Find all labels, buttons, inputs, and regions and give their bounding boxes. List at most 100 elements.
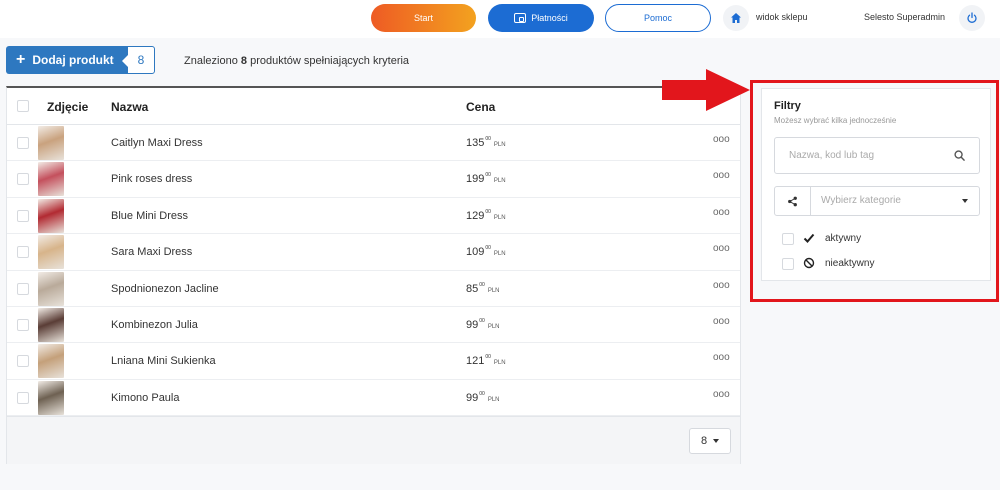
power-icon <box>967 12 977 23</box>
price-currency: PLN <box>493 214 506 221</box>
product-price: 12900PLN <box>466 209 506 222</box>
row-checkbox[interactable] <box>17 355 29 368</box>
price-cents: 00 <box>485 354 491 361</box>
price-value: 85 <box>466 282 479 295</box>
per-page-select[interactable]: 8 <box>689 428 731 454</box>
row-menu-icon[interactable]: ooo <box>713 316 730 327</box>
add-product-button[interactable]: + Dodaj produkt <box>6 46 127 74</box>
product-name[interactable]: Kimono Paula <box>111 392 180 404</box>
help-button[interactable]: Pomoc <box>605 4 711 32</box>
column-name[interactable]: Nazwa <box>111 100 148 114</box>
price-cents: 00 <box>479 318 485 324</box>
row-menu-icon[interactable]: ooo <box>713 207 730 218</box>
price-value: 121 <box>466 355 485 368</box>
row-menu-icon[interactable]: ooo <box>713 389 730 400</box>
product-price: 19900PLN <box>466 172 506 185</box>
row-checkbox[interactable] <box>17 137 29 149</box>
table-row[interactable]: Caitlyn Maxi Dress 13500PLN ooo <box>7 125 740 162</box>
price-cents: 00 <box>485 136 491 142</box>
top-bar: Start Płatności Pomoc widok sklepu Seles… <box>0 0 1000 38</box>
row-checkbox[interactable] <box>17 319 29 331</box>
product-name[interactable]: Blue Mini Dress <box>111 210 188 222</box>
shop-view-link[interactable]: widok sklepu <box>756 12 808 22</box>
product-price: 8500PLN <box>466 282 499 295</box>
logout-button[interactable] <box>959 5 985 31</box>
price-currency: PLN <box>493 251 506 258</box>
price-currency: PLN <box>487 287 500 294</box>
start-button[interactable]: Start <box>371 4 476 32</box>
row-checkbox[interactable] <box>17 391 29 404</box>
product-thumbnail[interactable] <box>38 162 64 197</box>
products-table: Zdjęcie Nazwa Cena Caitlyn Maxi Dress 13… <box>6 86 741 464</box>
column-price[interactable]: Cena <box>466 100 495 114</box>
home-button[interactable] <box>723 5 749 31</box>
product-thumbnail[interactable] <box>38 380 64 415</box>
product-price: 10900PLN <box>466 245 506 258</box>
row-menu-icon[interactable]: ooo <box>713 134 730 145</box>
per-page-value: 8 <box>700 435 708 447</box>
price-value: 129 <box>466 209 485 222</box>
annotation-highlight-box <box>750 80 999 302</box>
row-menu-icon[interactable]: ooo <box>713 280 730 291</box>
caret-down-icon <box>713 439 720 443</box>
table-footer: 8 <box>7 416 740 464</box>
row-checkbox[interactable] <box>17 209 29 222</box>
price-cents: 00 <box>485 245 491 252</box>
price-currency: PLN <box>493 178 506 185</box>
product-thumbnail[interactable] <box>38 271 64 306</box>
product-price: 12100PLN <box>466 354 506 367</box>
row-checkbox[interactable] <box>17 173 29 186</box>
user-name: Selesto Superadmin <box>864 12 946 22</box>
row-checkbox[interactable] <box>17 246 29 259</box>
table-row[interactable]: Spodnionezon Jacline 8500PLN ooo <box>7 271 740 307</box>
product-thumbnail[interactable] <box>38 344 64 379</box>
product-thumbnail[interactable] <box>38 126 64 160</box>
product-thumbnail[interactable] <box>38 198 64 233</box>
product-price: 9900PLN <box>466 391 499 404</box>
product-thumbnail[interactable] <box>38 308 64 342</box>
results-count: 8 <box>240 55 248 67</box>
product-count-badge: 8 <box>122 46 155 74</box>
select-all-checkbox[interactable] <box>17 100 29 112</box>
product-name[interactable]: Pink roses dress <box>111 173 192 185</box>
price-currency: PLN <box>493 360 506 367</box>
plus-icon: + <box>16 51 26 68</box>
table-row[interactable]: Kombinezon Julia 9900PLN ooo <box>7 307 740 344</box>
product-name[interactable]: Spodnionezon Jacline <box>111 283 219 295</box>
price-currency: PLN <box>487 324 500 330</box>
results-suffix: produktów spełniających kryteria <box>250 55 410 67</box>
product-name[interactable]: Kombinezon Julia <box>111 319 198 331</box>
product-name[interactable]: Caitlyn Maxi Dress <box>111 137 203 149</box>
product-price: 13500PLN <box>466 136 506 149</box>
table-header: Zdjęcie Nazwa Cena <box>7 88 740 125</box>
annotation-arrow-icon <box>662 69 750 111</box>
table-row[interactable]: Kimono Paula 9900PLN ooo <box>7 380 740 417</box>
payments-button[interactable]: Płatności <box>488 4 594 32</box>
price-cents: 00 <box>485 172 491 179</box>
price-currency: PLN <box>493 142 506 148</box>
product-price: 9900PLN <box>466 318 499 331</box>
price-cents: 00 <box>485 208 491 215</box>
product-name[interactable]: Sara Maxi Dress <box>111 246 192 258</box>
table-row[interactable]: Blue Mini Dress 12900PLN ooo <box>7 198 740 235</box>
price-cents: 00 <box>479 281 485 288</box>
price-value: 199 <box>466 173 485 186</box>
price-value: 99 <box>466 319 479 331</box>
table-row[interactable]: Pink roses dress 19900PLN ooo <box>7 161 740 198</box>
start-label: Start <box>413 13 433 23</box>
row-checkbox[interactable] <box>17 282 29 295</box>
table-row[interactable]: Sara Maxi Dress 10900PLN ooo <box>7 234 740 271</box>
row-menu-icon[interactable]: ooo <box>713 243 730 254</box>
results-summary: Znaleziono 8 produktów spełniających kry… <box>184 55 409 67</box>
price-currency: PLN <box>487 396 500 403</box>
price-value: 135 <box>466 137 485 149</box>
table-row[interactable]: Lniana Mini Sukienka 12100PLN ooo <box>7 343 740 380</box>
product-name[interactable]: Lniana Mini Sukienka <box>111 355 216 367</box>
row-menu-icon[interactable]: ooo <box>713 170 730 181</box>
row-menu-icon[interactable]: ooo <box>713 352 730 363</box>
column-photo[interactable]: Zdjęcie <box>47 100 88 114</box>
product-thumbnail[interactable] <box>38 235 64 270</box>
price-value: 99 <box>466 391 479 404</box>
home-icon <box>731 13 741 23</box>
help-label: Pomoc <box>643 13 672 23</box>
